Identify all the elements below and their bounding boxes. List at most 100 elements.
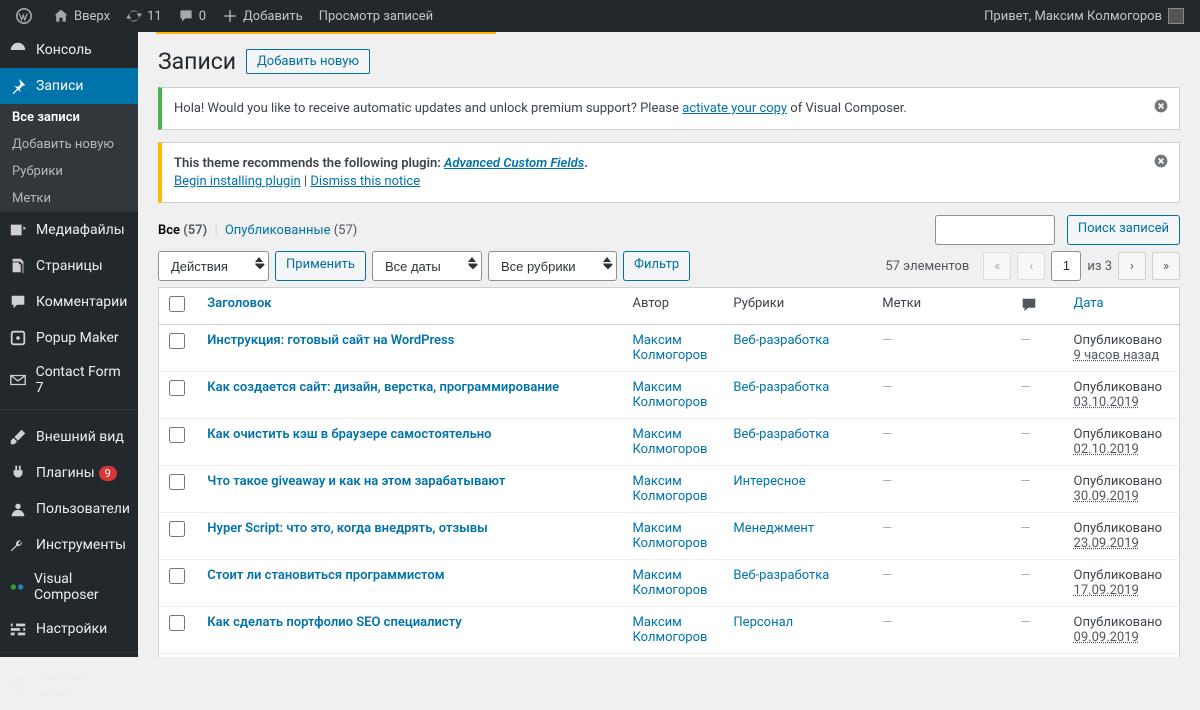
author-link[interactable]: Максим Колмогоров	[632, 615, 707, 645]
menu-label: Страницы	[36, 258, 103, 274]
author-link[interactable]: Максим Колмогоров	[632, 380, 707, 410]
category-link[interactable]: Веб-разработка	[733, 380, 829, 395]
category-link[interactable]: Менеджмент	[733, 521, 814, 536]
search-input[interactable]	[935, 215, 1055, 245]
badge: 9	[99, 466, 117, 481]
menu-cf7[interactable]: Contact Form 7	[0, 356, 138, 404]
page-prev[interactable]: ‹	[1017, 252, 1045, 280]
menu-pages[interactable]: Страницы	[0, 248, 138, 284]
menu-settings[interactable]: Настройки	[0, 611, 138, 647]
vc-activate-link[interactable]: activate your copy	[682, 101, 787, 116]
menu-appearance[interactable]: Внешний вид	[0, 419, 138, 455]
author-link[interactable]: Максим Колмогоров	[632, 568, 707, 598]
notice-theme-plugin: This theme recommends the following plug…	[158, 142, 1180, 203]
post-title-link[interactable]: Стоит ли становиться программистом	[207, 568, 444, 583]
comments-bubble[interactable]: 0	[170, 0, 214, 32]
search-button[interactable]: Поиск записей	[1067, 215, 1180, 245]
page-current-input[interactable]	[1051, 251, 1081, 281]
menu-comments[interactable]: Комментарии	[0, 284, 138, 320]
post-title-link[interactable]: Как сделать портфолио SEO специалисту	[207, 615, 461, 630]
category-link[interactable]: Персонал	[733, 615, 793, 630]
row-checkbox[interactable]	[169, 615, 185, 631]
author-link[interactable]: Максим Колмогоров	[632, 333, 707, 363]
comments-cell: —	[1020, 568, 1030, 583]
page-last[interactable]: »	[1152, 252, 1180, 280]
bulk-actions-select[interactable]: Действия	[158, 251, 269, 281]
table-row: Стоит ли становиться программистом Максим…	[159, 560, 1180, 607]
category-link[interactable]: Веб-разработка	[733, 568, 829, 583]
pub-date: 09.09.2019	[1074, 630, 1139, 645]
post-title-link[interactable]: Hyper Script: что это, когда внедрять, о…	[207, 521, 487, 536]
row-checkbox[interactable]	[169, 568, 185, 584]
post-title-link[interactable]: Как очистить кэш в браузере самостоятель…	[207, 427, 491, 442]
menu-label: Комментарии	[36, 294, 127, 310]
menu-label: Консоль	[36, 42, 92, 58]
row-checkbox[interactable]	[169, 521, 185, 537]
site-home[interactable]: Вверх	[45, 0, 118, 32]
notice-dismiss-icon[interactable]	[1151, 151, 1171, 171]
table-row: Что такое giveaway и как на этом зарабат…	[159, 466, 1180, 513]
add-new-button[interactable]: Добавить новую	[246, 49, 370, 74]
page-first[interactable]: «	[983, 252, 1011, 280]
pub-date: 03.10.2019	[1074, 395, 1139, 410]
comments-cell: —	[1020, 333, 1030, 348]
acf-link[interactable]: Advanced Custom Fields	[444, 156, 584, 171]
user-greeting[interactable]: Привет, Максим Колмогоров	[976, 0, 1192, 32]
pub-label: Опубликовано	[1074, 380, 1163, 395]
menu-vc[interactable]: Visual Composer	[0, 563, 138, 611]
date-filter-select[interactable]: Все даты	[372, 251, 482, 281]
menu-tools[interactable]: Инструменты	[0, 527, 138, 563]
menu-dashboard[interactable]: Консоль	[0, 32, 138, 68]
vc-icon	[8, 577, 26, 597]
dismiss-notice-link[interactable]: Dismiss this notice	[310, 174, 420, 189]
menu-users[interactable]: Пользователи	[0, 491, 138, 527]
pub-date: 9 часов назад	[1074, 348, 1160, 363]
author-link[interactable]: Максим Колмогоров	[632, 427, 707, 457]
select-all-checkbox[interactable]	[169, 296, 185, 312]
menu-popup[interactable]: Popup Maker	[0, 320, 138, 356]
row-checkbox[interactable]	[169, 333, 185, 349]
category-link[interactable]: Интересное	[733, 474, 805, 489]
filter-published[interactable]: Опубликованные (57)	[225, 223, 357, 238]
author-link[interactable]: Максим Колмогоров	[632, 521, 707, 551]
submenu-item[interactable]: Рубрики	[0, 158, 138, 185]
updates[interactable]: 11	[118, 0, 170, 32]
category-filter-select[interactable]: Все рубрики	[488, 251, 617, 281]
comments-count: 0	[199, 9, 206, 24]
begin-install-link[interactable]: Begin installing plugin	[174, 174, 301, 189]
submenu-item[interactable]: Метки	[0, 185, 138, 212]
category-link[interactable]: Веб-разработка	[733, 427, 829, 442]
view-posts-label: Просмотр записей	[319, 9, 433, 24]
pub-label: Опубликовано	[1074, 521, 1163, 536]
main-content: Записи Добавить новую Hola! Would you li…	[138, 32, 1200, 657]
menu-posts[interactable]: Записи	[0, 68, 138, 104]
submenu-item[interactable]: Добавить новую	[0, 131, 138, 158]
filter-all[interactable]: Все (57)	[158, 223, 207, 238]
wp-logo[interactable]	[8, 0, 45, 32]
th-date[interactable]: Дата	[1074, 296, 1104, 311]
apply-button[interactable]: Применить	[275, 251, 366, 281]
filter-button[interactable]: Фильтр	[623, 251, 690, 281]
post-title-link[interactable]: Что такое giveaway и как на этом зарабат…	[207, 474, 505, 489]
pub-date: 17.09.2019	[1074, 583, 1139, 598]
pub-label: Опубликовано	[1074, 333, 1163, 348]
menu-collapse[interactable]: Свернуть меню	[0, 662, 138, 710]
category-link[interactable]: Веб-разработка	[733, 333, 829, 348]
th-title[interactable]: Заголовок	[207, 296, 271, 311]
post-title-link[interactable]: Инструкция: готовый сайт на WordPress	[207, 333, 454, 348]
row-checkbox[interactable]	[169, 427, 185, 443]
view-posts[interactable]: Просмотр записей	[311, 0, 441, 32]
pub-date: 30.09.2019	[1074, 489, 1139, 504]
post-title-link[interactable]: Как создается сайт: дизайн, верстка, про…	[207, 380, 559, 395]
new-content[interactable]: Добавить	[214, 0, 311, 32]
menu-media[interactable]: Медиафайлы	[0, 212, 138, 248]
submenu-item[interactable]: Все записи	[0, 104, 138, 131]
menu-plugins[interactable]: Плагины9	[0, 455, 138, 491]
pub-date: 23.09.2019	[1074, 536, 1139, 551]
page-next[interactable]: ›	[1118, 252, 1146, 280]
row-checkbox[interactable]	[169, 474, 185, 490]
notice-dismiss-icon[interactable]	[1151, 96, 1171, 116]
author-link[interactable]: Максим Колмогоров	[632, 474, 707, 504]
page-title: Записи	[158, 48, 236, 75]
row-checkbox[interactable]	[169, 380, 185, 396]
